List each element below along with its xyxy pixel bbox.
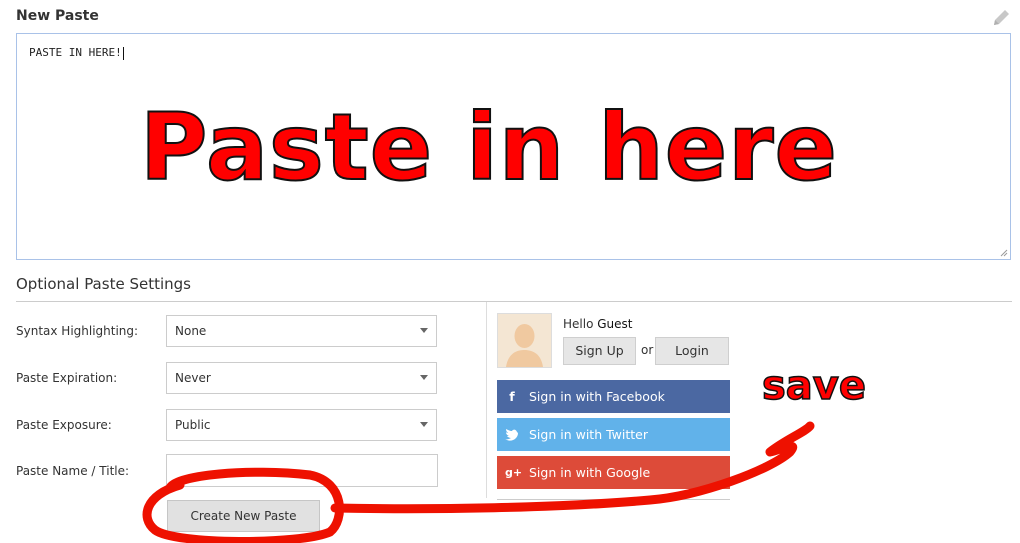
section-divider xyxy=(16,301,1012,302)
google-signin-button[interactable]: g+ Sign in with Google xyxy=(497,456,730,489)
chevron-down-icon xyxy=(420,328,428,333)
paste-name-input[interactable] xyxy=(166,454,438,487)
expiration-select[interactable]: Never xyxy=(166,362,437,394)
exposure-label: Paste Exposure: xyxy=(16,418,112,432)
exposure-select[interactable]: Public xyxy=(166,409,437,441)
paste-text-line: PASTE IN HERE! xyxy=(29,46,124,60)
facebook-icon: f xyxy=(509,389,515,404)
google-signin-label: Sign in with Google xyxy=(529,465,651,480)
syntax-label: Syntax Highlighting: xyxy=(16,324,139,338)
chevron-down-icon xyxy=(420,375,428,380)
chevron-down-icon xyxy=(420,422,428,427)
twitter-signin-label: Sign in with Twitter xyxy=(529,427,648,442)
create-paste-button[interactable]: Create New Paste xyxy=(167,500,320,532)
page-title: New Paste xyxy=(16,8,99,24)
twitter-signin-button[interactable]: Sign in with Twitter xyxy=(497,418,730,451)
avatar xyxy=(497,313,552,368)
expiration-label: Paste Expiration: xyxy=(16,371,118,385)
user-silhouette-icon xyxy=(506,324,543,367)
column-divider xyxy=(486,302,487,498)
twitter-icon xyxy=(505,429,518,441)
optional-settings-heading: Optional Paste Settings xyxy=(16,275,191,293)
syntax-value: None xyxy=(175,324,207,338)
exposure-value: Public xyxy=(175,418,211,432)
login-button[interactable]: Login xyxy=(655,337,729,365)
sign-up-button[interactable]: Sign Up xyxy=(563,337,636,365)
resize-grip-icon[interactable] xyxy=(1000,249,1008,257)
pencil-icon[interactable] xyxy=(990,7,1012,29)
paste-name-label: Paste Name / Title: xyxy=(16,464,130,478)
account-divider xyxy=(497,499,730,500)
guest-name: Guest xyxy=(597,317,633,331)
greeting: Hello Guest xyxy=(563,317,633,331)
save-annotation: save xyxy=(761,363,867,409)
facebook-signin-button[interactable]: f Sign in with Facebook xyxy=(497,380,730,413)
syntax-select[interactable]: None xyxy=(166,315,437,347)
text-caret xyxy=(122,46,124,60)
facebook-signin-label: Sign in with Facebook xyxy=(529,389,665,404)
expiration-value: Never xyxy=(175,371,211,385)
paste-in-here-annotation: Paste in here xyxy=(139,94,838,201)
google-plus-icon: g+ xyxy=(505,466,523,479)
or-text: or xyxy=(641,343,654,357)
